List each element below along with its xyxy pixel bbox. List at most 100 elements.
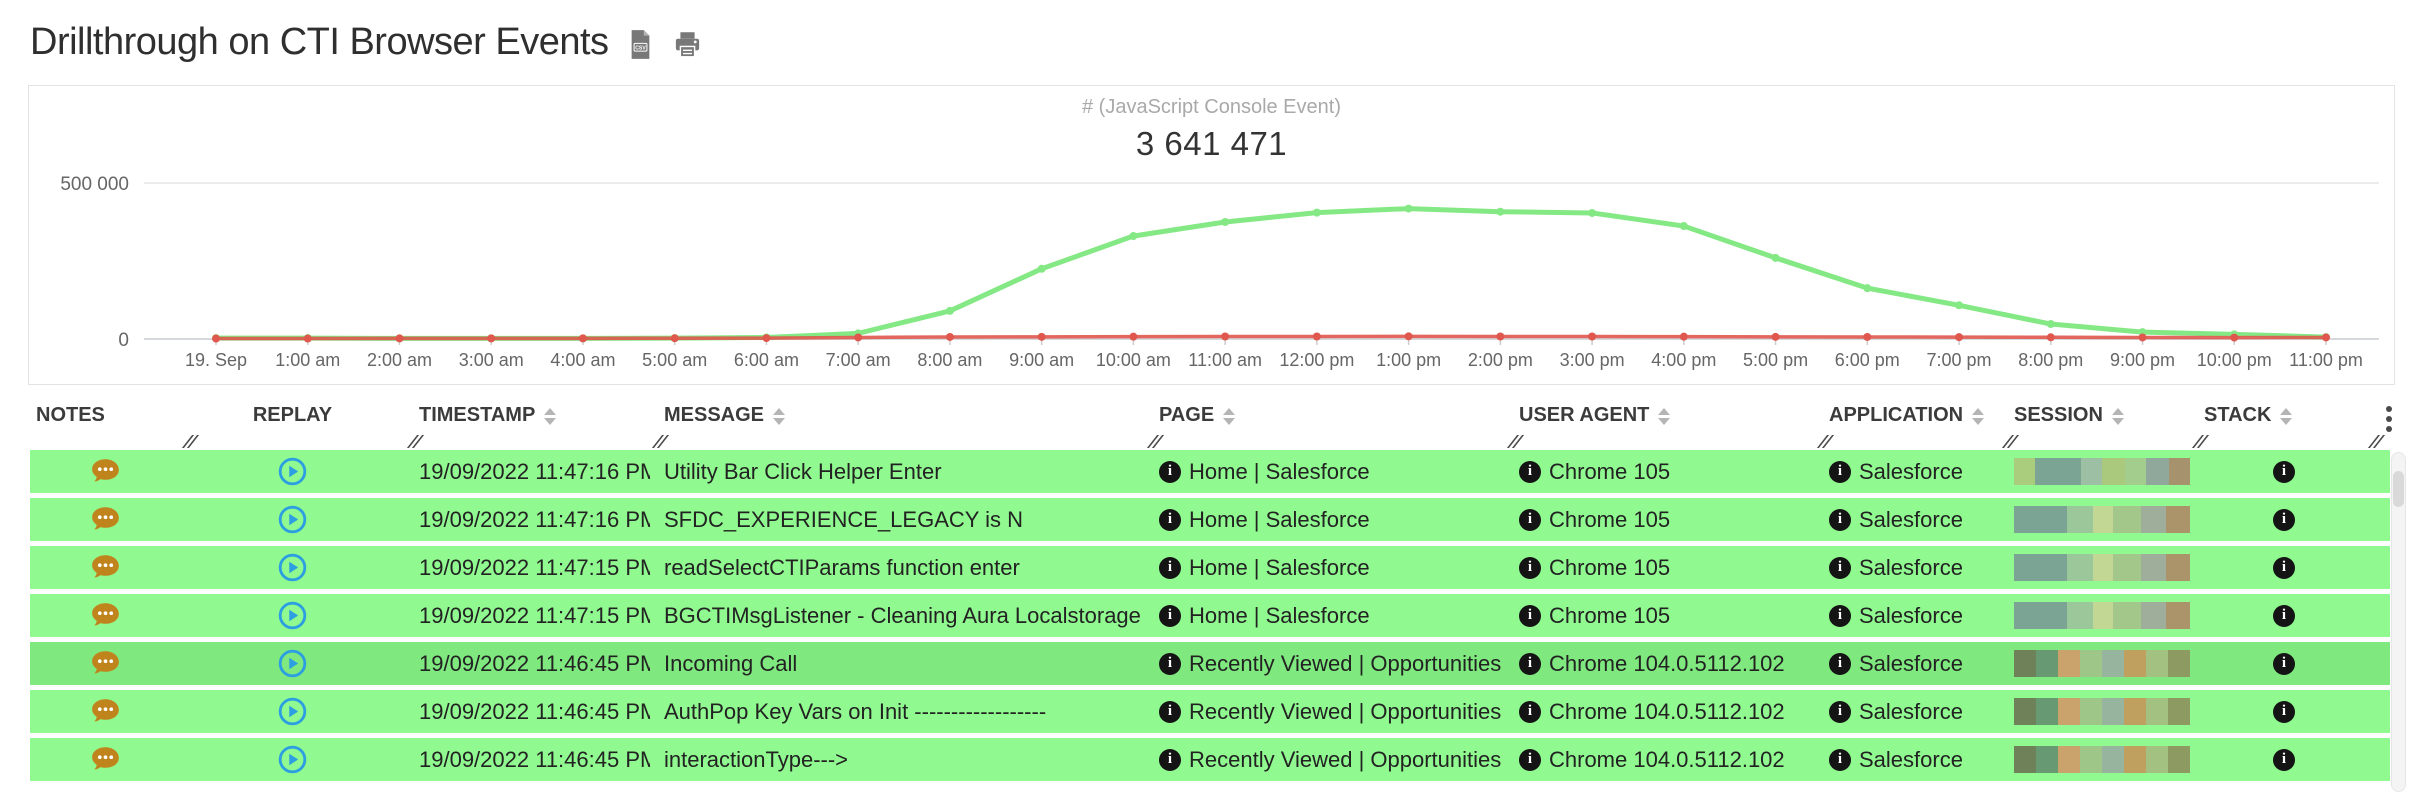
notes-speech-bubble-icon[interactable] xyxy=(90,602,121,630)
info-icon[interactable]: i xyxy=(1829,701,1851,723)
user-agent-value: Chrome 105 xyxy=(1549,555,1670,581)
application-cell: iSalesforce xyxy=(1815,747,2000,773)
x-axis-tick-label: 12:00 pm xyxy=(1279,350,1354,370)
info-icon[interactable]: i xyxy=(2273,653,2295,675)
notes-speech-bubble-icon[interactable] xyxy=(90,698,121,726)
info-icon[interactable]: i xyxy=(2273,461,2295,483)
x-axis-tick-label: 11:00 pm xyxy=(2289,350,2363,370)
info-icon[interactable]: i xyxy=(1519,509,1541,531)
table-row[interactable]: 19/09/2022 11:46:45 PM ...Incoming Calli… xyxy=(30,642,2390,685)
table-row[interactable]: 19/09/2022 11:46:45 PM ...interactionTyp… xyxy=(30,738,2390,781)
info-icon[interactable]: i xyxy=(1829,749,1851,771)
info-icon[interactable]: i xyxy=(1519,701,1541,723)
replay-play-icon[interactable] xyxy=(278,697,307,726)
user-agent-value: Chrome 104.0.5112.102 xyxy=(1549,699,1785,725)
column-resize-handle[interactable] xyxy=(182,435,198,448)
column-header-message[interactable]: MESSAGE xyxy=(650,398,1145,450)
application-value: Salesforce xyxy=(1859,603,1963,629)
timestamp-cell: 19/09/2022 11:46:45 PM ... xyxy=(405,747,650,773)
info-icon[interactable]: i xyxy=(2273,557,2295,579)
column-resize-handle[interactable] xyxy=(407,435,423,448)
column-resize-handle[interactable] xyxy=(1147,435,1163,448)
replay-play-icon[interactable] xyxy=(278,649,307,678)
table-row[interactable]: 19/09/2022 11:47:16 PM ...SFDC_EXPERIENC… xyxy=(30,498,2390,541)
notes-speech-bubble-icon[interactable] xyxy=(90,746,121,774)
info-icon[interactable]: i xyxy=(2273,509,2295,531)
replay-play-icon[interactable] xyxy=(278,457,307,486)
info-icon[interactable]: i xyxy=(1519,749,1541,771)
info-icon[interactable]: i xyxy=(2273,605,2295,627)
table-row[interactable]: 19/09/2022 11:46:45 PM ...AuthPop Key Va… xyxy=(30,690,2390,733)
column-resize-handle[interactable] xyxy=(2192,435,2208,448)
replay-play-icon[interactable] xyxy=(278,553,307,582)
column-resize-handle[interactable] xyxy=(1507,435,1523,448)
info-icon[interactable]: i xyxy=(1519,557,1541,579)
column-resize-handle[interactable] xyxy=(652,435,668,448)
timestamp-cell: 19/09/2022 11:47:16 PM ... xyxy=(405,507,650,533)
info-icon[interactable]: i xyxy=(1159,701,1181,723)
info-icon[interactable]: i xyxy=(1829,653,1851,675)
sort-icon[interactable] xyxy=(1223,408,1235,425)
sort-icon[interactable] xyxy=(1972,408,1984,425)
info-icon[interactable]: i xyxy=(1159,653,1181,675)
notes-speech-bubble-icon[interactable] xyxy=(90,554,121,582)
info-icon[interactable]: i xyxy=(1519,653,1541,675)
info-icon[interactable]: i xyxy=(1159,605,1181,627)
notes-speech-bubble-icon[interactable] xyxy=(90,458,121,486)
print-icon[interactable] xyxy=(672,29,703,60)
x-axis-tick-label: 1:00 am xyxy=(275,350,340,370)
export-csv-icon[interactable]: CSV xyxy=(627,29,654,60)
column-label: USER AGENT xyxy=(1519,404,1649,427)
column-header-session[interactable]: SESSION xyxy=(2000,398,2190,450)
replay-play-icon[interactable] xyxy=(278,505,307,534)
column-header-application[interactable]: APPLICATION xyxy=(1815,398,2000,450)
table-row[interactable]: 19/09/2022 11:47:15 PM ...BGCTIMsgListen… xyxy=(30,594,2390,637)
x-axis-tick-label: 4:00 am xyxy=(550,350,615,370)
table-row[interactable]: 19/09/2022 11:47:16 PM ...Utility Bar Cl… xyxy=(30,450,2390,493)
sort-icon[interactable] xyxy=(773,408,785,425)
info-icon[interactable]: i xyxy=(1159,509,1181,531)
x-axis-tick-label: 3:00 am xyxy=(459,350,524,370)
replay-cell xyxy=(180,601,405,630)
column-label: REPLAY xyxy=(253,404,332,427)
info-icon[interactable]: i xyxy=(2273,701,2295,723)
message-cell: readSelectCTIParams function enter xyxy=(650,555,1145,581)
replay-play-icon[interactable] xyxy=(278,601,307,630)
column-resize-handle[interactable] xyxy=(1817,435,1833,448)
info-icon[interactable]: i xyxy=(1829,509,1851,531)
sort-icon[interactable] xyxy=(2112,408,2124,425)
notes-speech-bubble-icon[interactable] xyxy=(90,650,121,678)
column-resize-handle[interactable] xyxy=(2002,435,2018,448)
sort-icon[interactable] xyxy=(544,408,556,425)
line-chart[interactable]: 0500 00019. Sep1:00 am2:00 am3:00 am4:00… xyxy=(29,86,2394,384)
scrollbar-thumb[interactable] xyxy=(2393,471,2404,507)
info-icon[interactable]: i xyxy=(1829,461,1851,483)
column-header-timestamp[interactable]: TIMESTAMP xyxy=(405,398,650,450)
column-header-stack[interactable]: STACK xyxy=(2190,398,2386,450)
notes-speech-bubble-icon[interactable] xyxy=(90,506,121,534)
application-cell: iSalesforce xyxy=(1815,651,2000,677)
timestamp-cell: 19/09/2022 11:46:45 PM ... xyxy=(405,699,650,725)
message-cell: SFDC_EXPERIENCE_LEGACY is N xyxy=(650,507,1145,533)
column-header-page[interactable]: PAGE xyxy=(1145,398,1505,450)
info-icon[interactable]: i xyxy=(2273,749,2295,771)
application-cell: i Salesforce xyxy=(1815,603,2000,629)
vertical-scrollbar[interactable] xyxy=(2391,452,2406,792)
application-cell: iSalesforce xyxy=(1815,699,2000,725)
info-icon[interactable]: i xyxy=(1829,605,1851,627)
column-header-user-agent[interactable]: USER AGENT xyxy=(1505,398,1815,450)
sort-icon[interactable] xyxy=(2280,408,2292,425)
info-icon[interactable]: i xyxy=(1519,461,1541,483)
info-icon[interactable]: i xyxy=(1159,557,1181,579)
sort-icon[interactable] xyxy=(1658,408,1670,425)
table-row[interactable]: 19/09/2022 11:47:15 PM ...readSelectCTIP… xyxy=(30,546,2390,589)
application-cell: iSalesforce xyxy=(1815,507,2000,533)
user-agent-cell: iChrome 105 xyxy=(1505,507,1815,533)
info-icon[interactable]: i xyxy=(1159,461,1181,483)
replay-play-icon[interactable] xyxy=(278,745,307,774)
table-body: 19/09/2022 11:47:16 PM ...Utility Bar Cl… xyxy=(30,450,2390,781)
info-icon[interactable]: i xyxy=(1159,749,1181,771)
info-icon[interactable]: i xyxy=(1519,605,1541,627)
info-icon[interactable]: i xyxy=(1829,557,1851,579)
application-value: Salesforce xyxy=(1859,555,1963,581)
